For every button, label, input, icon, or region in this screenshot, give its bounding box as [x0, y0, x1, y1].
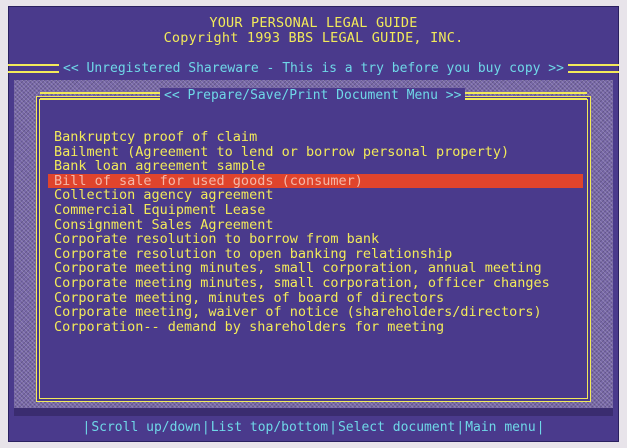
document-item[interactable]: Bank loan agreement sample: [48, 159, 583, 174]
app-title: YOUR PERSONAL LEGAL GUIDE: [209, 15, 418, 31]
main-menu-hint[interactable]: Main menu: [465, 420, 535, 435]
document-item[interactable]: Corporate meeting minutes, small corpora…: [48, 261, 583, 276]
list-top-bottom-hint[interactable]: List top/bottom: [211, 420, 328, 435]
title-rule-right: [465, 91, 587, 100]
document-menu-window: << Prepare/Save/Print Document Menu >> B…: [36, 88, 591, 402]
document-item[interactable]: Corporation-- demand by shareholders for…: [48, 320, 583, 335]
document-item-selected[interactable]: Bill of sale for used goods (consumer): [48, 174, 583, 189]
document-item[interactable]: Commercial Equipment Lease: [48, 203, 583, 218]
menu-title: << Prepare/Save/Print Document Menu >>: [160, 88, 466, 103]
document-item[interactable]: Corporate meeting minutes, small corpora…: [48, 276, 583, 291]
document-item[interactable]: Bankruptcy proof of claim: [48, 130, 583, 145]
document-item[interactable]: Corporate meeting, minutes of board of d…: [48, 290, 583, 306]
window-shadow: [14, 408, 613, 416]
scroll-hint[interactable]: Scroll up/down: [91, 420, 201, 435]
document-item[interactable]: Corporate meeting, waiver of notice (sha…: [48, 305, 583, 320]
menu-title-bar: << Prepare/Save/Print Document Menu >>: [40, 88, 587, 103]
document-item[interactable]: Corporate resolution to borrow from bank: [48, 232, 583, 247]
select-document-hint[interactable]: Select document: [338, 420, 455, 435]
title-rule-left: [40, 91, 160, 100]
status-bar: | Scroll up/down | List top/bottom | Sel…: [82, 419, 545, 435]
dos-screen: YOUR PERSONAL LEGAL GUIDE Copyright 1993…: [8, 6, 619, 442]
banner-rule-right: [567, 63, 619, 73]
document-item[interactable]: Consignment Sales Agreement: [48, 217, 583, 233]
document-item[interactable]: Collection agency agreement: [48, 188, 583, 203]
copyright-line: Copyright 1993 BBS LEGAL GUIDE, INC.: [163, 30, 464, 46]
document-item[interactable]: Bailment (Agreement to lend or borrow pe…: [48, 144, 583, 160]
shareware-banner: << Unregistered Shareware - This is a tr…: [8, 59, 619, 77]
document-item[interactable]: Corporate resolution to open banking rel…: [48, 247, 583, 262]
app-header: YOUR PERSONAL LEGAL GUIDE Copyright 1993…: [8, 16, 619, 46]
banner-rule-left: [8, 63, 60, 73]
document-list: Bankruptcy proof of claim Bailment (Agre…: [48, 130, 583, 334]
shareware-banner-text: << Unregistered Shareware - This is a tr…: [63, 60, 564, 76]
